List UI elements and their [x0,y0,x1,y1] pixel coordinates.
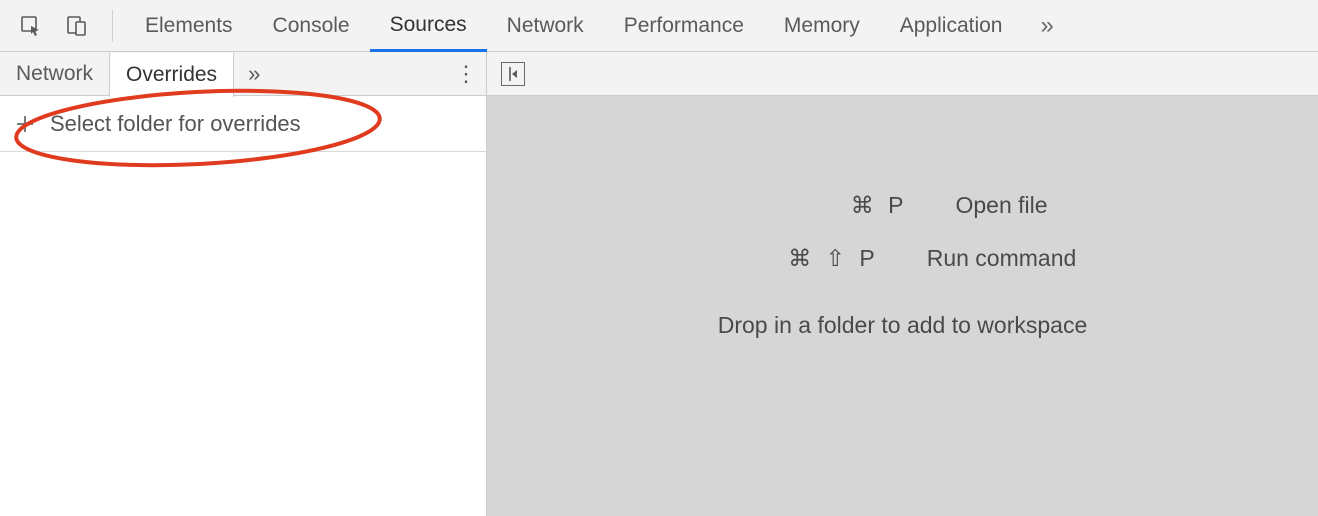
select-overrides-folder-button[interactable]: Select folder for overrides [0,96,486,152]
main-toolbar [487,52,1318,96]
sources-empty-hints: ⌘ P Open file ⌘ ⇧ P Run command Drop in … [487,96,1318,516]
sources-main-pane: ⌘ P Open file ⌘ ⇧ P Run command Drop in … [487,52,1318,516]
toolbar-more-tabs-icon[interactable]: » [1022,12,1071,40]
tab-application[interactable]: Application [880,0,1023,52]
sidebar-options-icon[interactable]: ⋮ [446,52,486,95]
hint-run-command-label: Run command [927,245,1077,272]
hint-run-command: ⌘ ⇧ P Run command [729,245,1077,272]
sidebar-tab-network[interactable]: Network [0,52,109,95]
hint-open-file-label: Open file [955,192,1047,219]
tab-sources[interactable]: Sources [370,0,487,52]
sidebar-tabs: Network Overrides » ⋮ [0,52,486,96]
tab-console[interactable]: Console [253,0,370,52]
sources-sidebar: Network Overrides » ⋮ Select folder for … [0,52,487,516]
inspect-element-icon[interactable] [14,9,48,43]
tab-network[interactable]: Network [487,0,604,52]
devtools-toolbar: Elements Console Sources Network Perform… [0,0,1318,52]
devtools-body: Network Overrides » ⋮ Select folder for … [0,52,1318,516]
tab-performance[interactable]: Performance [604,0,764,52]
sidebar-more-tabs-icon[interactable]: » [234,52,274,95]
hint-open-file: ⌘ P Open file [757,192,1047,219]
select-overrides-folder-label: Select folder for overrides [50,111,301,137]
toggle-navigator-icon[interactable] [501,62,525,86]
hint-run-command-keys: ⌘ ⇧ P [729,245,879,272]
hint-drop-folder: Drop in a folder to add to workspace [718,312,1087,339]
hint-open-file-keys: ⌘ P [757,192,907,219]
tab-memory[interactable]: Memory [764,0,880,52]
toolbar-divider [112,10,113,42]
sidebar-tab-overrides[interactable]: Overrides [109,53,234,97]
device-toolbar-icon[interactable] [60,9,94,43]
plus-icon [14,113,36,135]
tab-elements[interactable]: Elements [125,0,253,52]
